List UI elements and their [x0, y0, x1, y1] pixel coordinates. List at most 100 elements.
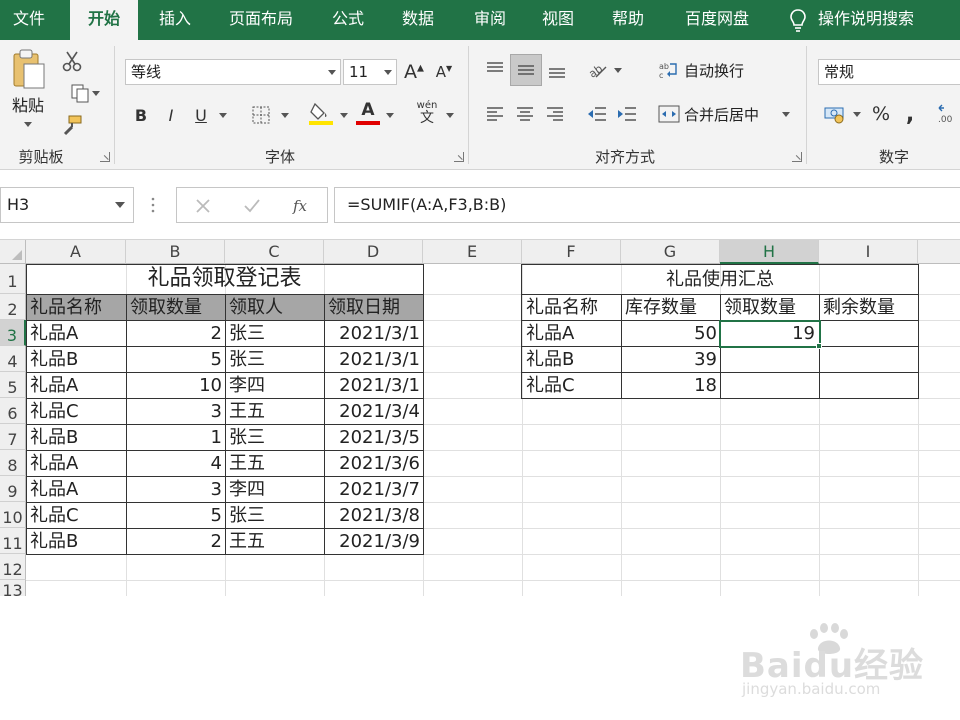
- tab-formulas[interactable]: 公式: [318, 0, 378, 40]
- decrease-indent-button[interactable]: [584, 100, 610, 128]
- table-cell[interactable]: 2021/3/1: [325, 373, 423, 398]
- font-name-select[interactable]: 等线: [125, 59, 341, 85]
- table-cell[interactable]: 1: [127, 425, 225, 450]
- table-cell[interactable]: 礼品A: [27, 477, 126, 502]
- table-cell[interactable]: [721, 373, 819, 398]
- table-cell[interactable]: 王五: [226, 399, 324, 424]
- increase-font-size-button[interactable]: A▲: [402, 58, 426, 86]
- tab-review[interactable]: 审阅: [460, 0, 520, 40]
- increase-decimal-button[interactable]: .00: [936, 100, 960, 128]
- select-all-corner[interactable]: [0, 240, 26, 264]
- bold-button[interactable]: B: [130, 102, 152, 128]
- tab-data[interactable]: 数据: [388, 0, 448, 40]
- table-cell[interactable]: 2: [127, 529, 225, 554]
- table-cell[interactable]: 李四: [226, 477, 324, 502]
- table-cell[interactable]: 2021/3/7: [325, 477, 423, 502]
- font-dialog-launcher-icon[interactable]: [454, 152, 464, 162]
- tab-baidu-netdisk[interactable]: 百度网盘: [672, 0, 762, 40]
- table-cell[interactable]: 3: [127, 399, 225, 424]
- log-header-date[interactable]: 领取日期: [325, 295, 423, 320]
- tab-help[interactable]: 帮助: [598, 0, 658, 40]
- tab-page-layout[interactable]: 页面布局: [216, 0, 306, 40]
- table-cell[interactable]: 礼品A: [27, 321, 126, 346]
- table-cell[interactable]: 李四: [226, 373, 324, 398]
- tab-file[interactable]: 文件: [0, 0, 58, 40]
- tab-home[interactable]: 开始: [70, 0, 138, 40]
- row-header-3[interactable]: 3: [0, 320, 26, 346]
- row-header-9[interactable]: 9: [0, 476, 26, 502]
- enter-check-icon[interactable]: [243, 198, 261, 214]
- table-cell[interactable]: 张三: [226, 503, 324, 528]
- table-cell[interactable]: 2021/3/4: [325, 399, 423, 424]
- column-header-g[interactable]: G: [621, 240, 720, 264]
- table-cell[interactable]: 2021/3/1: [325, 321, 423, 346]
- merge-center-button[interactable]: 合并后居中: [658, 100, 770, 128]
- phonetic-dropdown-arrow[interactable]: [446, 113, 454, 118]
- row-header-13[interactable]: 13: [0, 580, 26, 596]
- table-cell[interactable]: 2021/3/6: [325, 451, 423, 476]
- table-cell[interactable]: 2021/3/9: [325, 529, 423, 554]
- summary-header-remaining[interactable]: 剩余数量: [820, 295, 918, 320]
- paste-button[interactable]: 粘贴: [6, 48, 50, 132]
- column-header-a[interactable]: A: [26, 240, 126, 264]
- table-cell[interactable]: 礼品C: [27, 399, 126, 424]
- row-header-10[interactable]: 10: [0, 502, 26, 528]
- summary-header-gift-name[interactable]: 礼品名称: [523, 295, 621, 320]
- number-format-select[interactable]: 常规: [818, 59, 960, 85]
- summary-table-title[interactable]: 礼品使用汇总: [522, 264, 918, 294]
- column-header-i[interactable]: I: [819, 240, 918, 264]
- orientation-dropdown-arrow[interactable]: [614, 68, 622, 73]
- bottom-align-button[interactable]: [544, 56, 570, 84]
- fill-handle[interactable]: [816, 343, 822, 349]
- table-cell[interactable]: [820, 347, 918, 372]
- column-header-h[interactable]: H: [720, 240, 819, 264]
- table-cell[interactable]: 18: [622, 373, 720, 398]
- drag-handle-icon[interactable]: [150, 196, 156, 214]
- row-header-12[interactable]: 12: [0, 554, 26, 580]
- table-cell[interactable]: 王五: [226, 529, 324, 554]
- log-header-recipient[interactable]: 领取人: [226, 295, 324, 320]
- table-cell[interactable]: 2021/3/5: [325, 425, 423, 450]
- table-cell[interactable]: [820, 321, 918, 346]
- table-cell[interactable]: 4: [127, 451, 225, 476]
- table-cell[interactable]: 王五: [226, 451, 324, 476]
- orientation-button[interactable]: ab: [584, 56, 610, 84]
- cut-button[interactable]: [58, 48, 86, 74]
- column-header-c[interactable]: C: [225, 240, 324, 264]
- table-cell[interactable]: 3: [127, 477, 225, 502]
- decrease-font-size-button[interactable]: A▼: [432, 58, 456, 86]
- summary-header-received[interactable]: 领取数量: [721, 295, 819, 320]
- row-header-5[interactable]: 5: [0, 372, 26, 398]
- table-cell[interactable]: 张三: [226, 321, 324, 346]
- tab-insert[interactable]: 插入: [144, 0, 206, 40]
- copy-dropdown-arrow[interactable]: [92, 91, 100, 96]
- row-header-11[interactable]: 11: [0, 528, 26, 554]
- align-right-button[interactable]: [542, 100, 568, 128]
- row-header-8[interactable]: 8: [0, 450, 26, 476]
- table-cell[interactable]: 5: [127, 503, 225, 528]
- underline-dropdown-arrow[interactable]: [219, 113, 227, 118]
- table-cell[interactable]: 礼品B: [27, 529, 126, 554]
- column-header-e[interactable]: E: [423, 240, 522, 264]
- fill-color-dropdown-arrow[interactable]: [340, 113, 348, 118]
- cancel-icon[interactable]: [195, 198, 211, 214]
- worksheet-grid[interactable]: A B C D E F G H I 1 2 3 4 5 6 7 8 9 10 1…: [0, 240, 960, 720]
- column-header-b[interactable]: B: [126, 240, 225, 264]
- table-cell[interactable]: 2021/3/8: [325, 503, 423, 528]
- accounting-dropdown-arrow[interactable]: [853, 112, 861, 117]
- paste-dropdown-arrow[interactable]: [24, 122, 32, 127]
- table-cell[interactable]: 5: [127, 347, 225, 372]
- increase-indent-button[interactable]: [614, 100, 640, 128]
- table-cell[interactable]: 礼品A: [27, 373, 126, 398]
- accounting-format-button[interactable]: [820, 100, 850, 128]
- column-header-f[interactable]: F: [522, 240, 621, 264]
- row-header-2[interactable]: 2: [0, 294, 26, 320]
- summary-header-stock[interactable]: 库存数量: [622, 295, 720, 320]
- table-cell[interactable]: 礼品A: [523, 321, 621, 346]
- merge-dropdown-arrow[interactable]: [782, 112, 790, 117]
- table-cell[interactable]: 礼品B: [27, 347, 126, 372]
- middle-align-button[interactable]: [510, 54, 542, 86]
- top-align-button[interactable]: [482, 56, 508, 84]
- table-cell[interactable]: 张三: [226, 425, 324, 450]
- row-header-6[interactable]: 6: [0, 398, 26, 424]
